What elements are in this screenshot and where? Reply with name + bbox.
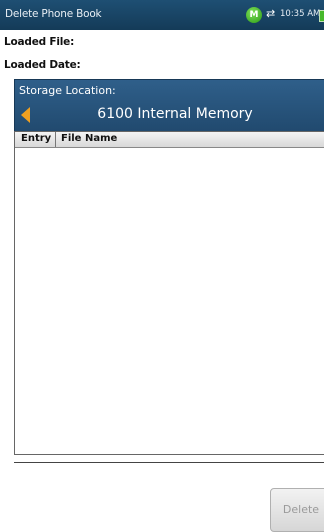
storage-location-selector: Storage Location: 6100 Internal Memory xyxy=(14,79,324,132)
table-header: Entry File Name xyxy=(15,132,324,148)
window-title: Delete Phone Book xyxy=(5,8,102,20)
clock: 10:35 AM xyxy=(280,9,321,19)
loaded-date-label: Loaded Date: xyxy=(4,59,81,71)
delete-button[interactable]: Delete xyxy=(270,488,324,532)
divider xyxy=(14,462,324,463)
column-header-entry: Entry xyxy=(21,133,52,144)
column-divider xyxy=(55,132,56,147)
network-swap-icon: ⇄ xyxy=(266,7,276,20)
column-header-file-name: File Name xyxy=(61,133,118,144)
storage-location-label: Storage Location: xyxy=(19,84,116,97)
battery-icon xyxy=(319,10,324,22)
phone-book-table[interactable]: Entry File Name xyxy=(14,131,324,455)
loaded-file-label: Loaded File: xyxy=(4,36,75,48)
storage-location-value: 6100 Internal Memory xyxy=(97,106,253,122)
title-bar: Delete Phone Book M ⇄ 10:35 AM xyxy=(0,0,324,30)
status-m-icon: M xyxy=(246,7,262,23)
